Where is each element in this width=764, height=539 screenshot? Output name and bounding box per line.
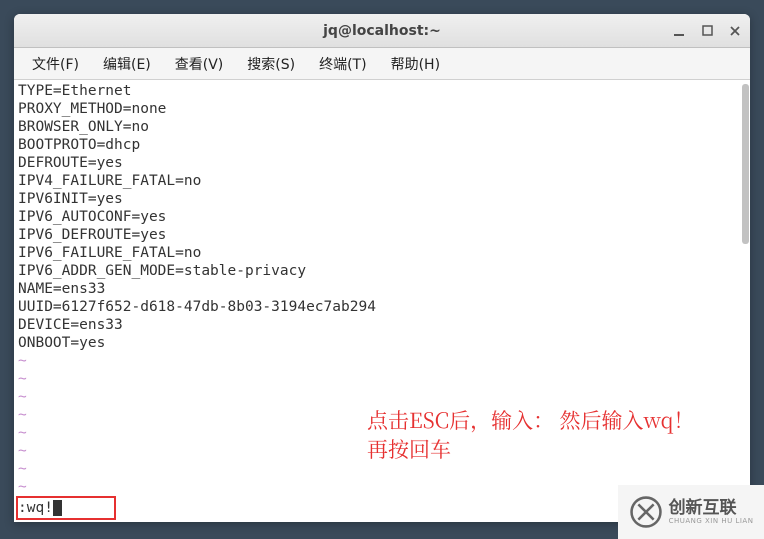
menu-help[interactable]: 帮助(H) (381, 50, 450, 78)
vim-command-row: :wq! (16, 496, 116, 520)
menu-terminal[interactable]: 终端(T) (309, 50, 376, 78)
config-line: DEFROUTE=yes (18, 154, 746, 172)
cursor-icon (53, 500, 62, 516)
config-line: IPV6_FAILURE_FATAL=no (18, 244, 746, 262)
watermark-logo-icon (629, 495, 663, 529)
watermark-text: 创新互联 (669, 499, 754, 517)
window-controls (672, 24, 742, 38)
annotation-line1: 点击ESC后，输入： 然后输入wq！ (367, 406, 694, 435)
vim-command: :wq! (18, 499, 53, 517)
window-title: jq@localhost:~ (323, 23, 441, 39)
title-bar[interactable]: jq@localhost:~ (14, 14, 750, 48)
config-line: NAME=ens33 (18, 280, 746, 298)
config-line: IPV6_AUTOCONF=yes (18, 208, 746, 226)
watermark: 创新互联 CHUANG XIN HU LIAN (618, 485, 764, 539)
vim-tilde: ~ (18, 370, 746, 388)
config-line: IPV6_DEFROUTE=yes (18, 226, 746, 244)
config-line: BROWSER_ONLY=no (18, 118, 746, 136)
menu-file[interactable]: 文件(F) (22, 50, 89, 78)
config-line: DEVICE=ens33 (18, 316, 746, 334)
menu-search[interactable]: 搜索(S) (237, 50, 305, 78)
config-line: IPV6INIT=yes (18, 190, 746, 208)
config-line: BOOTPROTO=dhcp (18, 136, 746, 154)
watermark-text-wrap: 创新互联 CHUANG XIN HU LIAN (669, 499, 754, 525)
vim-tilde: ~ (18, 388, 746, 406)
menu-edit[interactable]: 编辑(E) (93, 50, 161, 78)
minimize-button[interactable] (672, 24, 686, 38)
config-line: IPV6_ADDR_GEN_MODE=stable-privacy (18, 262, 746, 280)
config-line: PROXY_METHOD=none (18, 100, 746, 118)
vim-tilde: ~ (18, 352, 746, 370)
config-line: ONBOOT=yes (18, 334, 746, 352)
instruction-annotation: 点击ESC后，输入： 然后输入wq！ 再按回车 (367, 406, 694, 464)
menu-bar: 文件(F) 编辑(E) 查看(V) 搜索(S) 终端(T) 帮助(H) (14, 48, 750, 80)
config-line: IPV4_FAILURE_FATAL=no (18, 172, 746, 190)
menu-view[interactable]: 查看(V) (165, 50, 234, 78)
close-button[interactable] (728, 24, 742, 38)
scrollbar-thumb[interactable] (742, 84, 749, 244)
maximize-button[interactable] (700, 24, 714, 38)
config-line: UUID=6127f652-d618-47db-8b03-3194ec7ab29… (18, 298, 746, 316)
watermark-subtext: CHUANG XIN HU LIAN (669, 517, 754, 525)
annotation-line2: 再按回车 (367, 435, 694, 464)
config-line: TYPE=Ethernet (18, 82, 746, 100)
command-highlight-box: :wq! (16, 496, 116, 520)
